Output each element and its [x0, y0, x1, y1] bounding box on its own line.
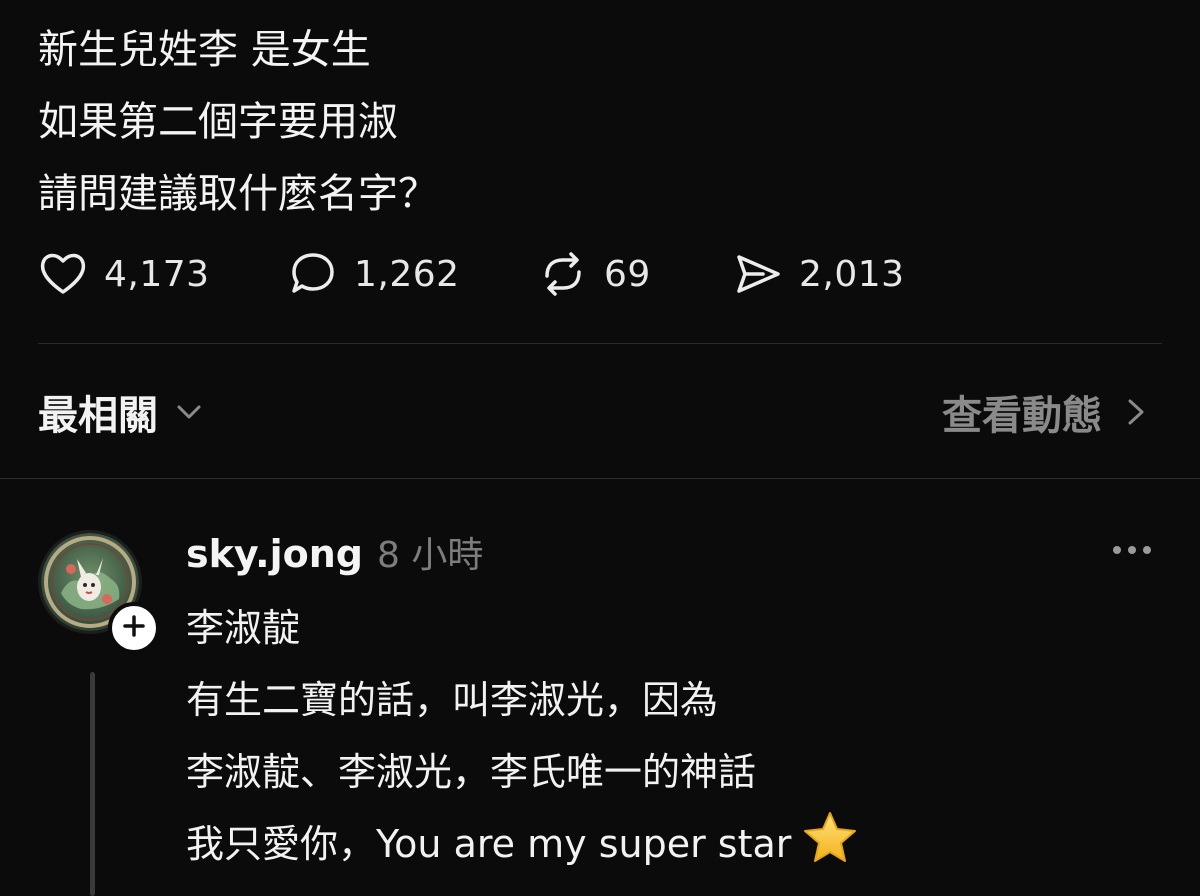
more-icon	[1108, 546, 1156, 568]
repost-icon	[538, 247, 592, 301]
comment-line: 李淑靛、李淑光，李氏唯一的神話	[186, 750, 757, 794]
share-count: 2,013	[799, 253, 905, 295]
comment-count: 1,262	[354, 253, 460, 295]
speech-bubble-icon	[288, 247, 342, 301]
comment-header: sky.jong 8 小時	[186, 526, 483, 578]
share-button[interactable]: 2,013	[733, 246, 933, 302]
heart-icon	[38, 247, 92, 301]
chevron-down-icon	[174, 397, 204, 427]
comment-body: 李淑靛 有生二寶的話，叫李淑光，因為 李淑靛、李淑光，李氏唯一的神話 我只愛你，…	[186, 592, 1166, 880]
section-divider	[0, 478, 1200, 479]
more-options-button[interactable]	[1108, 536, 1156, 564]
plus-icon	[122, 614, 146, 642]
repost-count: 69	[604, 253, 651, 295]
repost-button[interactable]: 69	[538, 246, 733, 302]
comment-line: 李淑靛	[186, 606, 301, 650]
comment-line: 有生二寶的話，叫李淑光，因為	[186, 678, 719, 722]
post-line: 請問建議取什麼名字？	[38, 171, 438, 217]
avatar-container	[38, 530, 160, 654]
comment-line-text: 我只愛你，You are my super star	[186, 822, 792, 866]
post-actions: 4,173 1,262 69 2,013	[38, 246, 933, 302]
post-line: 新生兒姓李 是女生	[38, 27, 371, 73]
star-icon	[801, 809, 859, 867]
sort-dropdown[interactable]: 最相關	[38, 383, 204, 441]
replies-sort-bar: 最相關 查看動態	[38, 382, 1148, 442]
comment-line: 我只愛你，You are my super star	[186, 808, 1166, 880]
comment-timestamp: 8 小時	[377, 535, 484, 576]
comment-button[interactable]: 1,262	[288, 246, 538, 302]
post-line: 如果第二個字要用淑	[38, 99, 398, 145]
sort-label: 最相關	[38, 393, 158, 439]
post-body: 新生兒姓李 是女生 如果第二個字要用淑 請問建議取什麼名字？	[38, 14, 1158, 230]
chevron-right-icon	[1124, 394, 1148, 430]
view-activity-label: 查看動態	[942, 393, 1102, 439]
like-count: 4,173	[104, 253, 210, 295]
thread-page: 新生兒姓李 是女生 如果第二個字要用淑 請問建議取什麼名字？ 4,173 1,2…	[0, 0, 1200, 896]
divider	[38, 343, 1162, 344]
send-icon	[733, 247, 787, 301]
comment-username[interactable]: sky.jong	[186, 532, 363, 576]
view-activity-link[interactable]: 查看動態	[942, 383, 1148, 441]
follow-button[interactable]	[108, 602, 160, 654]
like-button[interactable]: 4,173	[38, 246, 288, 302]
thread-line	[90, 672, 95, 896]
